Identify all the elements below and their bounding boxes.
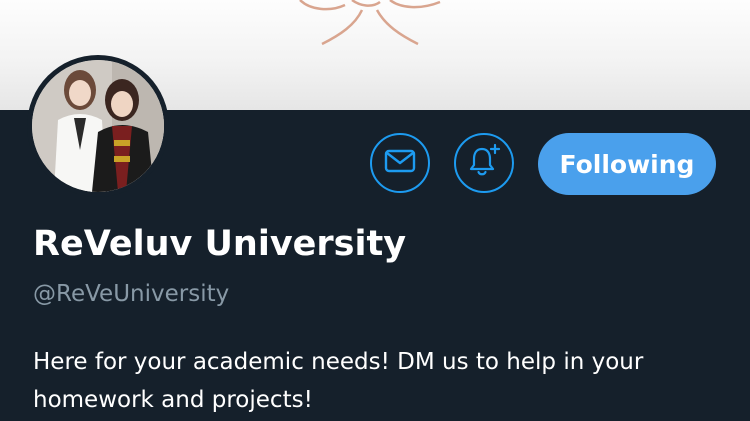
message-button[interactable]	[370, 133, 430, 193]
profile-page: Following ReVeluv University @ReVeUniver…	[0, 0, 750, 421]
envelope-icon	[384, 148, 416, 178]
bell-plus-icon	[466, 143, 502, 183]
username-handle: @ReVeUniversity	[33, 281, 230, 307]
avatar[interactable]	[27, 55, 169, 197]
notifications-button[interactable]	[454, 133, 514, 193]
avatar-photo	[32, 60, 164, 192]
profile-bio: Here for your academic needs! DM us to h…	[33, 349, 644, 413]
display-name: ReVeluv University	[33, 224, 407, 264]
following-button[interactable]: Following	[538, 133, 716, 195]
